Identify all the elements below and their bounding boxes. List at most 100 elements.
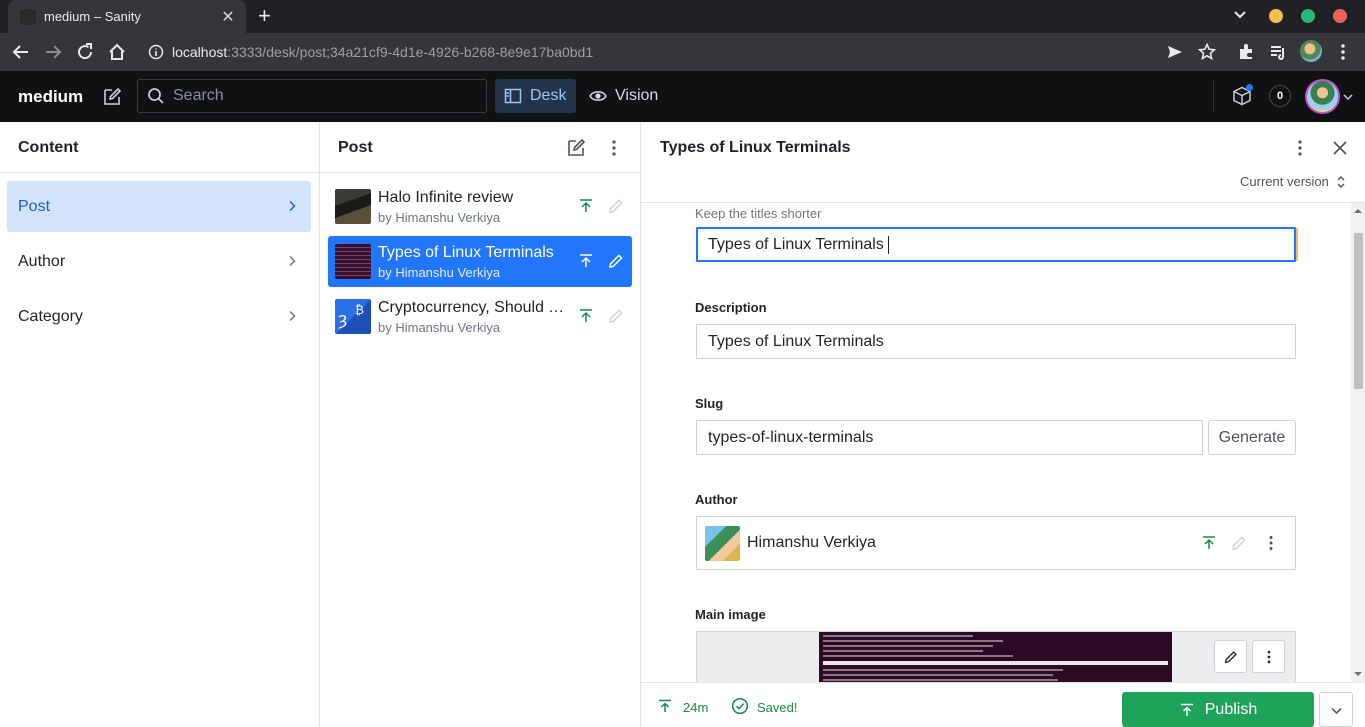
author-label: Author	[695, 492, 738, 507]
notification-badge[interactable]: 0	[1269, 85, 1291, 107]
close-tab-icon[interactable]: ✕	[220, 7, 236, 27]
document-editor-pane: Types of Linux Terminals Current version…	[641, 122, 1365, 727]
generate-slug-button[interactable]: Generate	[1208, 420, 1296, 455]
chevron-down-icon	[1331, 707, 1342, 715]
published-icon	[659, 699, 671, 712]
description-input[interactable]: Types of Linux Terminals	[696, 324, 1296, 359]
chevron-right-icon	[289, 200, 296, 212]
studio-navbar: medium Search Desk Vision 0	[0, 71, 1365, 122]
svg-text:₿: ₿	[355, 303, 364, 317]
title-input[interactable]: Types of Linux Terminals	[696, 227, 1296, 262]
editor-title: Types of Linux Terminals	[660, 139, 851, 156]
check-circle-icon	[731, 697, 749, 715]
reload-icon[interactable]	[75, 42, 95, 62]
tab-search-icon[interactable]	[1233, 8, 1247, 22]
compose-icon[interactable]	[565, 137, 587, 159]
search-icon	[148, 88, 164, 104]
document-thumbnail	[335, 244, 371, 279]
search-input[interactable]: Search	[137, 79, 487, 113]
content-item-category[interactable]: Category	[7, 291, 311, 342]
browser-profile-avatar[interactable]	[1300, 40, 1322, 62]
description-input-value: Types of Linux Terminals	[708, 332, 884, 350]
tool-desk-label: Desk	[530, 87, 567, 104]
content-item-label: Author	[18, 252, 66, 270]
forward-icon[interactable]	[43, 42, 63, 62]
address-bar: localhost:3333/desk/post;34a21cf9-4d1e-4…	[0, 33, 1365, 71]
reference-menu-icon[interactable]	[1262, 534, 1280, 552]
document-title: Cryptocurrency, Should You Invest?	[378, 299, 570, 316]
edit-icon	[609, 199, 623, 213]
post-pane-title: Post	[338, 139, 373, 156]
document-title: Types of Linux Terminals	[378, 244, 554, 261]
publish-options-button[interactable]	[1319, 692, 1353, 727]
document-thumbnail	[335, 189, 371, 224]
published-time[interactable]: 24m	[683, 700, 708, 715]
tool-desk[interactable]: Desk	[495, 79, 576, 113]
image-menu-button[interactable]	[1252, 640, 1285, 673]
publish-button[interactable]: Publish	[1122, 692, 1314, 727]
extensions-icon[interactable]	[1236, 42, 1256, 62]
editor-form: Keep the titles shorter Types of Linux T…	[641, 203, 1365, 682]
pane-menu-icon[interactable]	[603, 137, 625, 159]
content-item-author[interactable]: Author	[7, 236, 311, 287]
main-image-label: Main image	[695, 607, 766, 622]
document-subtitle: by Himanshu Verkiya	[378, 265, 501, 280]
author-reference[interactable]: Himanshu Verkiya	[696, 516, 1296, 570]
main-image-field[interactable]	[696, 631, 1296, 682]
chevron-down-icon[interactable]	[1342, 91, 1354, 103]
url-field[interactable]: localhost:3333/desk/post;34a21cf9-4d1e-4…	[140, 37, 1150, 67]
edit-image-button[interactable]	[1214, 640, 1247, 673]
pencil-icon	[1224, 651, 1237, 664]
version-selector[interactable]: Current version	[1240, 174, 1347, 189]
site-info-icon[interactable]	[148, 44, 164, 60]
browser-menu-icon[interactable]	[1333, 42, 1353, 62]
published-icon	[580, 199, 592, 212]
back-icon[interactable]	[11, 42, 31, 62]
user-avatar[interactable]	[1305, 79, 1340, 114]
content-pane-header: Content	[0, 122, 319, 173]
chevron-right-icon	[289, 310, 296, 322]
scrollbar-thumb[interactable]	[1354, 233, 1363, 389]
eye-icon	[589, 91, 607, 101]
browser-tab[interactable]: medium – Sanity ✕	[8, 0, 246, 33]
close-icon[interactable]	[1329, 137, 1351, 159]
edit-icon	[609, 254, 623, 268]
scroll-down-icon[interactable]	[1354, 670, 1362, 678]
maximize-window-icon[interactable]	[1301, 9, 1315, 23]
scroll-up-icon[interactable]	[1354, 207, 1362, 215]
published-icon	[580, 254, 592, 267]
send-icon[interactable]	[1165, 42, 1185, 62]
minimize-window-icon[interactable]	[1269, 9, 1283, 23]
favicon-icon	[20, 8, 36, 25]
title-field-hint: Keep the titles shorter	[695, 206, 822, 221]
new-tab-icon[interactable]: +	[258, 4, 271, 28]
document-item-linux-terminals[interactable]: Types of Linux Terminals by Himanshu Ver…	[328, 236, 632, 287]
content-item-post[interactable]: Post	[7, 181, 311, 232]
slug-label: Slug	[695, 396, 724, 411]
media-queue-icon[interactable]	[1268, 42, 1288, 62]
bookmark-star-icon[interactable]	[1197, 42, 1217, 62]
version-label: Current version	[1240, 174, 1329, 189]
slug-input[interactable]: types-of-linux-terminals	[696, 420, 1203, 455]
publish-icon	[1180, 703, 1193, 716]
new-document-icon[interactable]	[101, 86, 123, 108]
edit-icon	[1232, 536, 1246, 550]
desk-icon	[504, 88, 522, 104]
editor-menu-icon[interactable]	[1289, 137, 1311, 159]
document-thumbnail: ȝ ₿	[335, 299, 371, 334]
publish-label: Publish	[1204, 700, 1258, 718]
chevron-right-icon	[289, 255, 296, 267]
editor-footer: 24m Saved! Publish	[641, 682, 1365, 727]
home-icon[interactable]	[107, 42, 127, 62]
content-pane-title: Content	[18, 139, 79, 156]
navbar-divider	[1213, 79, 1214, 113]
document-item-cryptocurrency[interactable]: ȝ₿ Cryptocurrency, Should You Invest? by…	[328, 291, 632, 342]
saved-status: Saved!	[757, 700, 798, 715]
close-window-icon[interactable]	[1333, 9, 1347, 23]
document-item-halo[interactable]: Halo Infinite review by Himanshu Verkiya	[328, 181, 632, 232]
main-image-preview	[819, 632, 1172, 682]
tool-vision[interactable]: Vision	[586, 79, 658, 113]
up-down-chevron-icon	[1337, 175, 1345, 188]
studio-brand[interactable]: medium	[18, 87, 83, 107]
editor-scrollbar[interactable]	[1351, 203, 1365, 682]
